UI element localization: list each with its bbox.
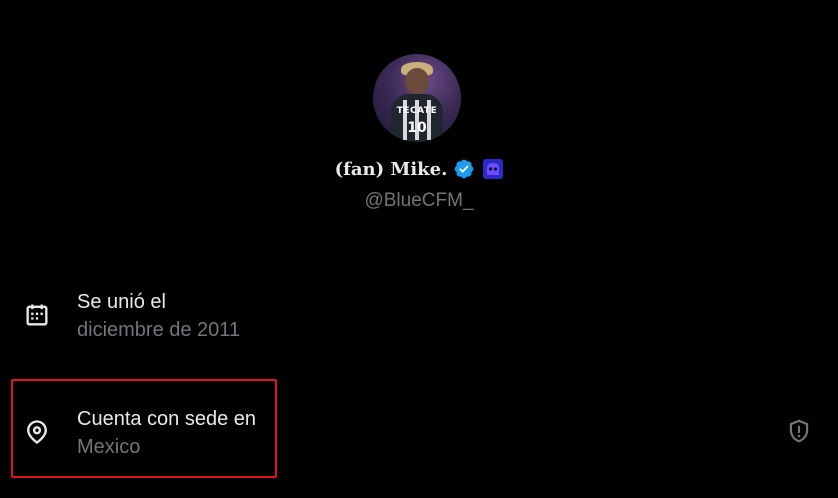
location-value: Mexico	[77, 436, 141, 458]
verified-badge-icon[interactable]	[453, 158, 475, 180]
profile-avatar[interactable]: TECATE 10	[373, 54, 461, 142]
location-pin-icon	[27, 420, 47, 444]
creature-shape-icon	[487, 163, 500, 175]
shield-alert-icon[interactable]	[786, 418, 812, 444]
location-label: Cuenta con sede en	[77, 408, 257, 430]
joined-date-label: Se unió el	[77, 291, 166, 313]
display-name-row: (fan) Mike.	[0, 158, 838, 180]
calendar-icon	[26, 304, 48, 326]
avatar-head	[405, 68, 429, 94]
display-name: (fan) Mike.	[334, 158, 448, 180]
profile-handle: @BlueCFM_	[364, 190, 474, 211]
avatar-jersey-number: 10	[407, 120, 427, 136]
avatar-jersey-brand: TECATE	[396, 106, 438, 116]
joined-date-value: diciembre de 2011	[77, 319, 241, 341]
purple-creature-emoji-icon	[483, 159, 504, 179]
